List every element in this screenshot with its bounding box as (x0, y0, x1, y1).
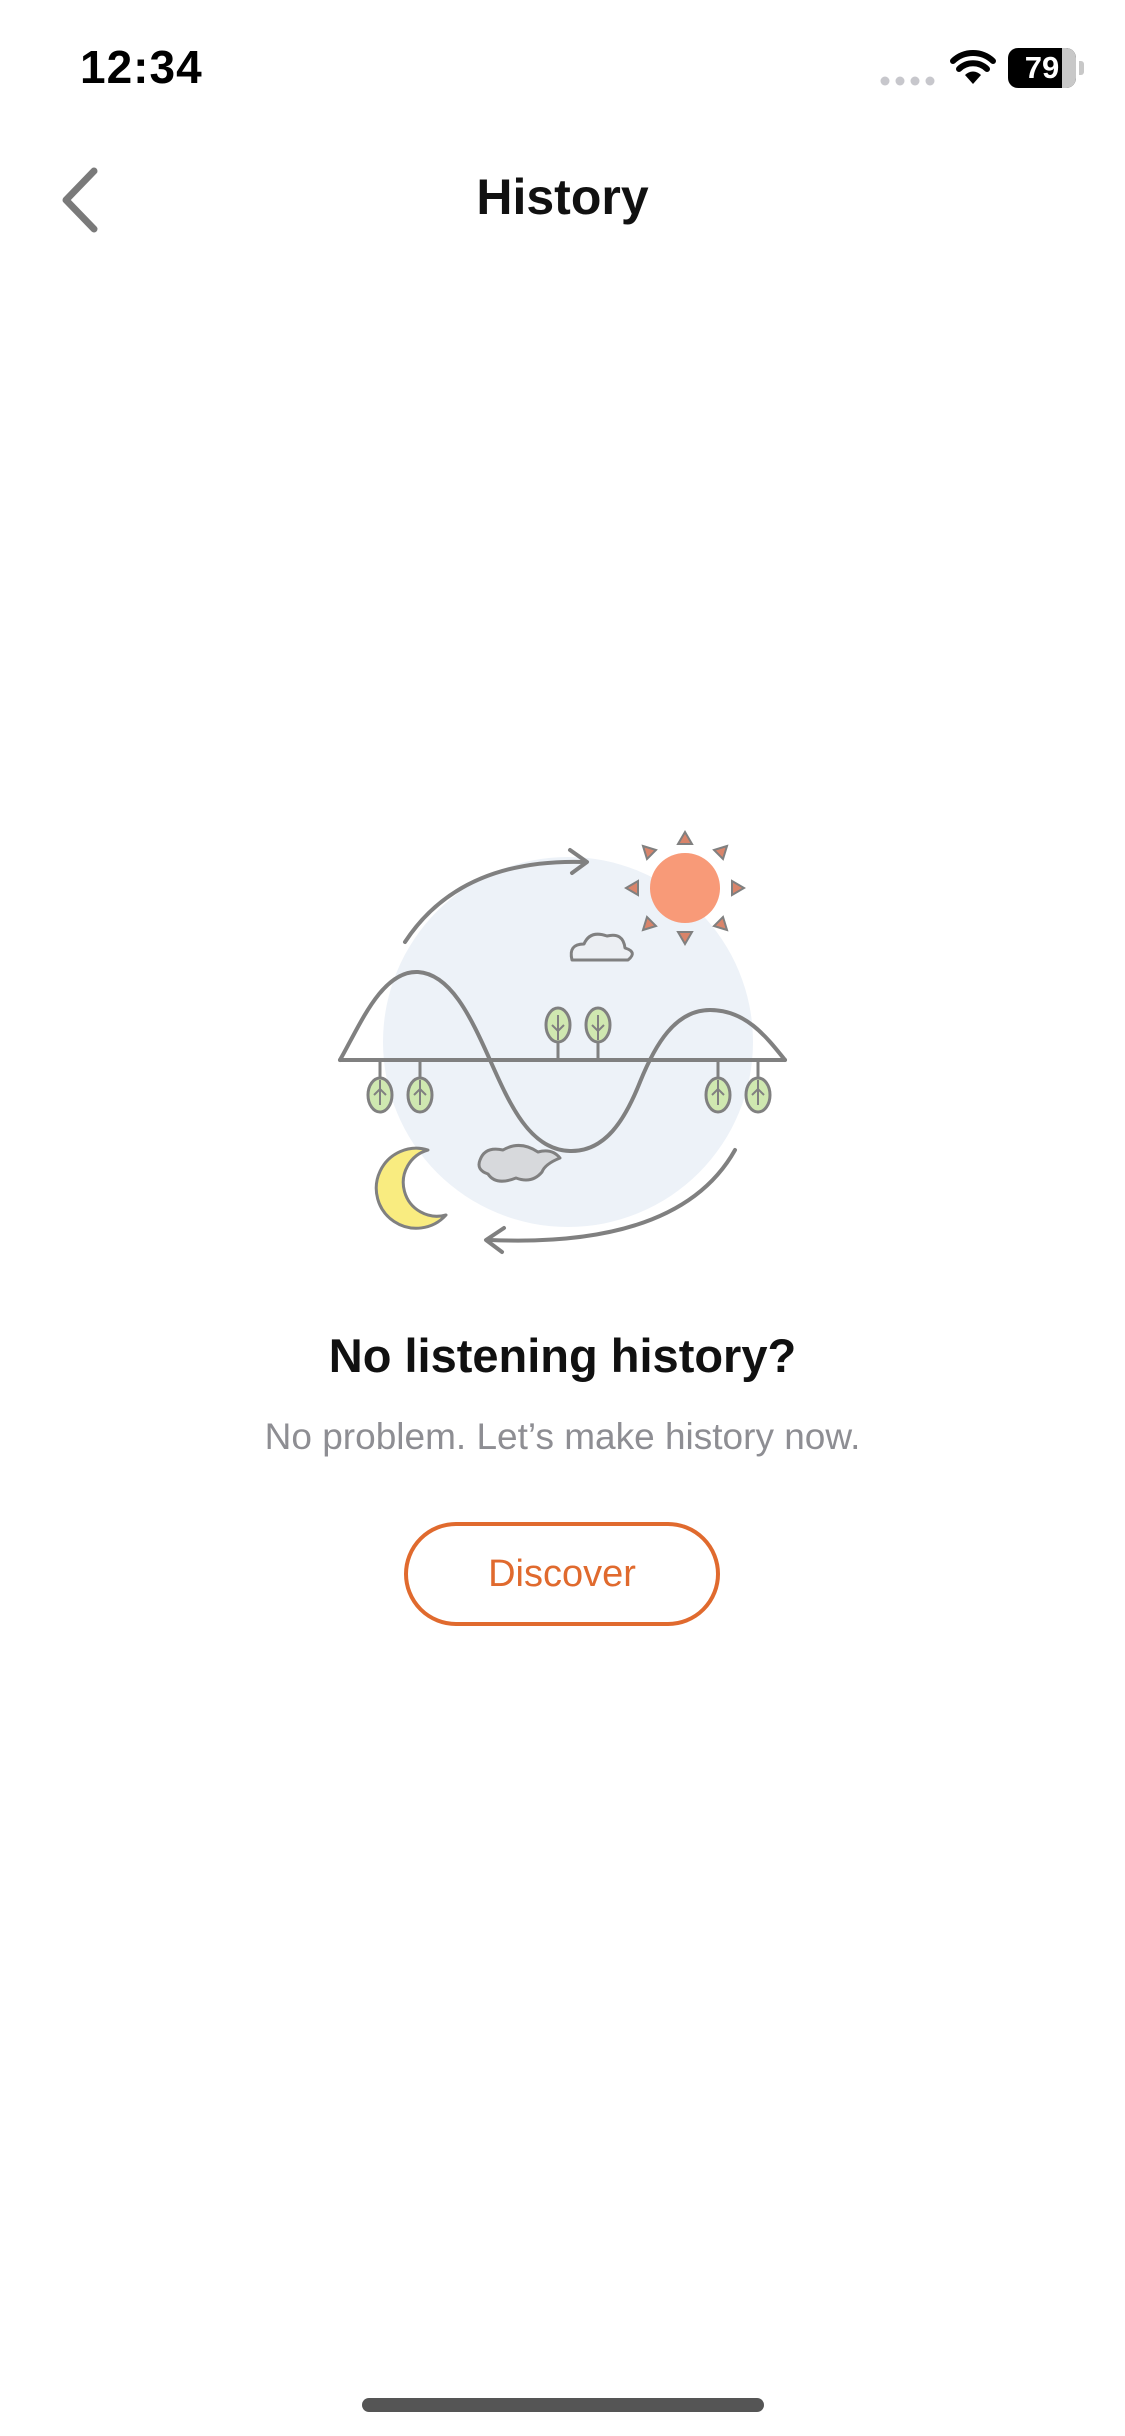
status-time: 12:34 (80, 41, 203, 93)
day-night-cycle-illustration (338, 830, 787, 1254)
wifi-icon (950, 50, 996, 84)
empty-state-subtitle: No problem. Let’s make history now. (264, 1416, 861, 1457)
home-indicator[interactable] (362, 2398, 764, 2412)
status-bar: 12:34 79 (0, 0, 1125, 140)
battery-icon: 79 (1008, 48, 1084, 88)
navigation-bar: History (0, 140, 1125, 260)
discover-button[interactable]: Discover (404, 1522, 720, 1626)
battery-tip (1079, 61, 1084, 75)
empty-state-title: No listening history? (328, 1329, 797, 1382)
history-screen: 12:34 79 History No listening history? N… (0, 0, 1125, 2436)
cellular-signal-icon (880, 76, 935, 86)
battery-level-text: 79 (1024, 50, 1060, 85)
battery-body: 79 (1008, 48, 1076, 88)
page-title: History (476, 169, 649, 225)
